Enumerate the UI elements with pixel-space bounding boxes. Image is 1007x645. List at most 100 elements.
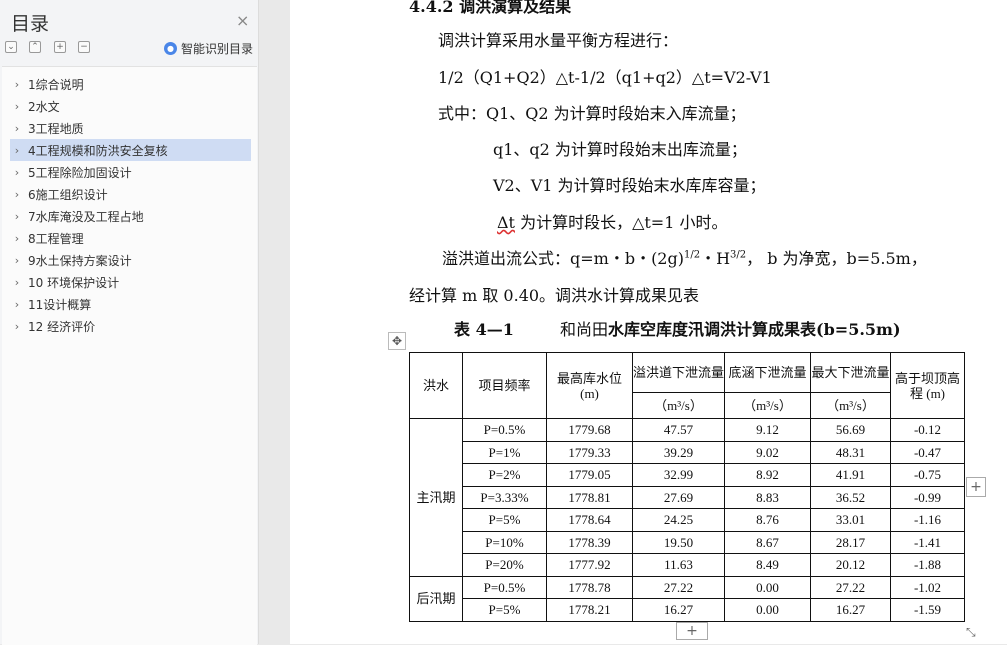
- unit-spillway: （m³/s）: [632, 392, 725, 419]
- toc-item[interactable]: › 11设计概算: [10, 293, 251, 315]
- table-cell: -1.41: [890, 530, 965, 554]
- toc-item[interactable]: › 1综合说明: [10, 73, 251, 95]
- toc-item-label: 6施工组织设计: [28, 187, 108, 202]
- table-caption-prefix: 和尚田: [560, 320, 609, 339]
- table-body: 主汛期 P=0.5% 1779.68 47.57 9.12 56.69 -0.12 P=1% 1…: [409, 418, 965, 622]
- table-cell: P=20%: [462, 553, 547, 577]
- chevron-right-icon[interactable]: ›: [10, 254, 24, 267]
- toc-item[interactable]: › 8工程管理: [10, 227, 251, 249]
- spillway-formula-sup-2: 3/2: [730, 249, 747, 261]
- chevron-right-icon[interactable]: ›: [10, 188, 24, 201]
- table-number: 表 4—1: [454, 320, 514, 339]
- toc-item[interactable]: › 2水文: [10, 95, 251, 117]
- table-cell: 32.99: [632, 463, 725, 487]
- toc-item-label: 9水土保持方案设计: [28, 253, 132, 268]
- table-cell: 0.00: [724, 575, 811, 599]
- toc-item[interactable]: › 7水库淹没及工程占地: [10, 205, 251, 227]
- chevron-right-icon[interactable]: ›: [10, 100, 24, 113]
- toc-item[interactable]: › 4工程规模和防洪安全复核: [10, 139, 251, 161]
- table-row: P=10% 1778.39 19.50 8.67 28.17 -1.41: [410, 530, 965, 554]
- table-cell: 24.25: [632, 508, 725, 532]
- table-cell: P=3.33%: [462, 485, 547, 509]
- paragraph-intro: 调洪计算采用水量平衡方程进行：: [438, 31, 679, 50]
- table-cell: 16.27: [632, 598, 725, 622]
- add-row-button[interactable]: +: [676, 622, 708, 640]
- table-cell: 28.17: [810, 530, 891, 554]
- toc-item[interactable]: › 3工程地质: [10, 117, 251, 139]
- spillway-formula-b: ・H: [700, 249, 731, 268]
- table-cell: P=0.5%: [462, 418, 547, 442]
- spillway-formula-a: 溢洪道出流公式：q=m・b・(2g): [442, 249, 684, 268]
- table-move-icon[interactable]: ✥: [388, 332, 406, 350]
- toc-item[interactable]: › 6施工组织设计: [10, 183, 251, 205]
- header-frequency: 项目频率: [462, 352, 547, 419]
- table-cell: 33.01: [810, 508, 891, 532]
- table-row: P=2% 1779.05 32.99 8.92 41.91 -0.75: [410, 463, 965, 487]
- expand-all-icon[interactable]: ⌄: [5, 41, 17, 53]
- table-row: P=5% 1778.21 16.27 0.00 16.27 -1.59: [410, 598, 965, 622]
- table-cell: 8.76: [724, 508, 811, 532]
- table-cell: -1.88: [890, 553, 965, 577]
- chevron-right-icon[interactable]: ›: [10, 298, 24, 311]
- toc-list: › 1综合说明 › 2水文 › 3工程地质 › 4工程规模和防洪安全复核 › 5工程除险加固设计 ›…: [2, 66, 257, 645]
- header-max-level: 最高库水位 (m): [546, 352, 633, 419]
- table-row: 后汛期 P=0.5% 1778.78 27.22 0.00 27.22 -1.02: [409, 575, 965, 622]
- table-cell: 1779.05: [546, 463, 633, 487]
- paragraph-m-value: 经计算 m 取 0.40。调洪水计算成果见表: [409, 286, 700, 305]
- table-cell: 27.22: [810, 575, 891, 599]
- table-cell: P=1%: [462, 440, 547, 464]
- chevron-right-icon[interactable]: ›: [10, 144, 24, 157]
- resize-icon[interactable]: ⤡: [966, 625, 976, 640]
- header-flood: 洪水: [409, 352, 463, 419]
- spillway-formula: 溢洪道出流公式：q=m・b・(2g)1/2・H3/2， b 为净宽，b=5.5m…: [442, 245, 927, 269]
- table-row: P=3.33% 1778.81 27.69 8.83 36.52 -0.99: [410, 485, 965, 509]
- toc-item-label: 5工程除险加固设计: [28, 165, 132, 180]
- where-line-4-text: 为计算时段长，△t=1 小时。: [514, 213, 728, 232]
- table-cell: 1778.78: [546, 575, 633, 599]
- chevron-right-icon[interactable]: ›: [10, 210, 24, 223]
- table-row: 主汛期 P=0.5% 1779.68 47.57 9.12 56.69 -0.12: [409, 418, 965, 577]
- chevron-right-icon[interactable]: ›: [10, 78, 24, 91]
- unit-max: （m³/s）: [810, 392, 891, 419]
- table-cell: 36.52: [810, 485, 891, 509]
- add-heading-icon[interactable]: +: [54, 41, 66, 53]
- remove-heading-icon[interactable]: −: [78, 41, 90, 53]
- spillway-formula-c: ， b 为净宽，b=5.5m，: [746, 249, 927, 268]
- toc-item[interactable]: › 5工程除险加固设计: [10, 161, 251, 183]
- ai-icon: ●: [164, 42, 177, 55]
- chevron-right-icon[interactable]: ›: [10, 232, 24, 245]
- collapse-all-icon[interactable]: ⌃: [29, 41, 41, 53]
- table-cell: P=2%: [462, 463, 547, 487]
- chevron-right-icon[interactable]: ›: [10, 166, 24, 179]
- table-cell: 27.22: [632, 575, 725, 599]
- equation: 1/2（Q1+Q2）△t-1/2（q1+q2）△t=V2-V1: [438, 68, 772, 87]
- table-cell: 39.29: [632, 440, 725, 464]
- smart-toc-button[interactable]: ● 智能识别目录: [164, 40, 253, 57]
- flood-period-cell: 后汛期: [409, 575, 463, 622]
- header-max-flow: 最大下泄流量: [810, 352, 891, 393]
- table-cell: 8.67: [724, 530, 811, 554]
- where-line-2: q1、q2 为计算时段始末出库流量；: [493, 140, 747, 159]
- flood-period-cell: 主汛期: [409, 418, 463, 577]
- table-cell: 47.57: [632, 418, 725, 442]
- table-cell: 1777.92: [546, 553, 633, 577]
- chevron-right-icon[interactable]: ›: [10, 276, 24, 289]
- table-cell: 1779.33: [546, 440, 633, 464]
- toc-item[interactable]: › 9水土保持方案设计: [10, 249, 251, 271]
- table-cell: P=5%: [462, 508, 547, 532]
- where-line-1: 式中：Q1、Q2 为计算时段始末入库流量；: [438, 104, 746, 123]
- table-cell: 19.50: [632, 530, 725, 554]
- chevron-right-icon[interactable]: ›: [10, 122, 24, 135]
- toc-item[interactable]: › 10 环境保护设计: [10, 271, 251, 293]
- chevron-right-icon[interactable]: ›: [10, 320, 24, 333]
- unit-culvert: （m³/s）: [724, 392, 811, 419]
- table-cell: 9.02: [724, 440, 811, 464]
- table-cell: 56.69: [810, 418, 891, 442]
- close-icon[interactable]: ×: [236, 11, 249, 30]
- spillway-formula-sup-1: 1/2: [683, 249, 701, 261]
- toc-item-label: 8工程管理: [28, 231, 84, 246]
- table-cell: 41.91: [810, 463, 891, 487]
- toc-item[interactable]: › 12 经济评价: [10, 315, 251, 337]
- toc-item-label: 10 环境保护设计: [28, 275, 120, 290]
- add-column-button[interactable]: +: [966, 477, 986, 497]
